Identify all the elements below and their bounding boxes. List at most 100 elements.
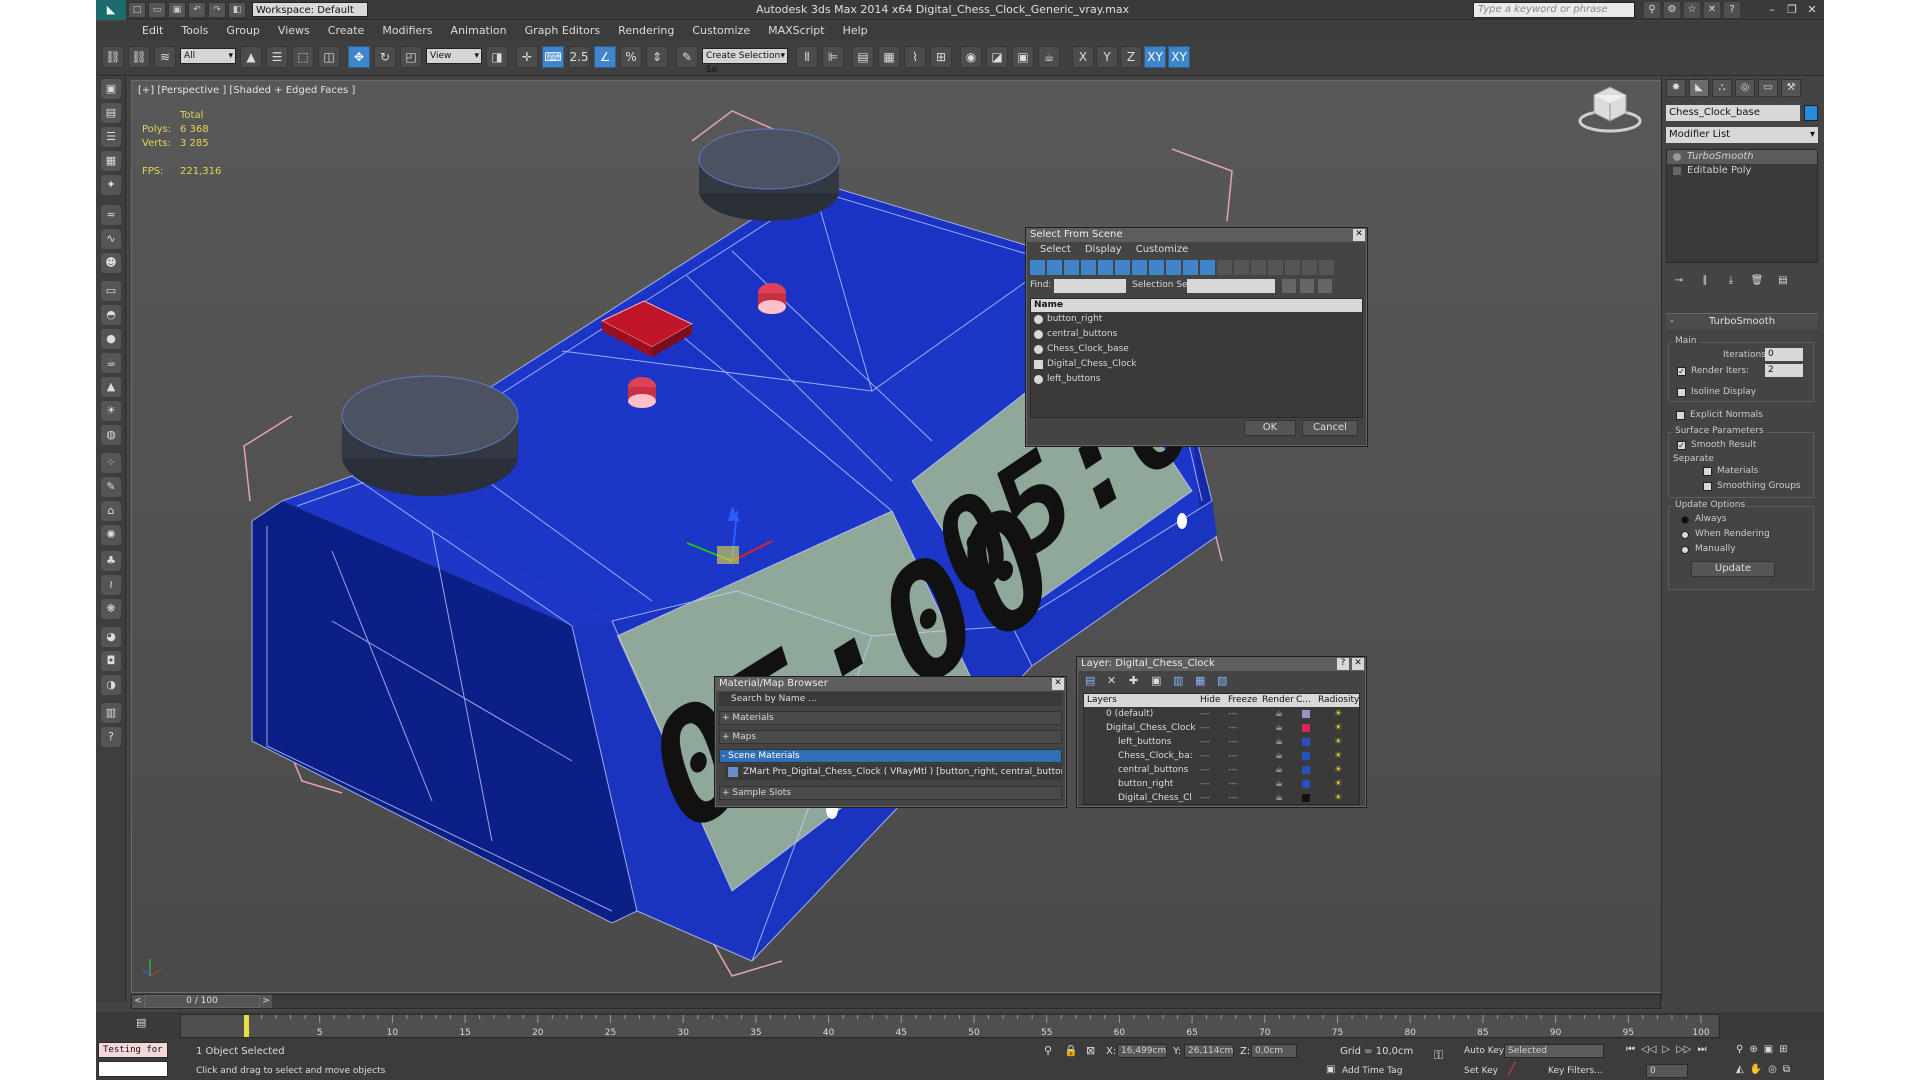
schematic-view-icon[interactable]: ⊞ bbox=[930, 46, 952, 68]
object-color-swatch[interactable] bbox=[1804, 105, 1818, 121]
save-file-icon[interactable]: ▣ bbox=[168, 1, 186, 18]
select-object-icon[interactable]: ▲ bbox=[240, 46, 262, 68]
add-to-layer-icon[interactable]: ✚ bbox=[1129, 674, 1143, 688]
pan-icon[interactable]: ✋ bbox=[1750, 1064, 1762, 1075]
hide-toggle[interactable]: --- bbox=[1200, 763, 1228, 777]
material-editor-icon[interactable]: ◉ bbox=[960, 46, 982, 68]
col-layers[interactable]: Layers bbox=[1084, 694, 1200, 707]
always-radio[interactable] bbox=[1681, 516, 1689, 524]
select-by-name-icon[interactable]: ☰ bbox=[266, 46, 288, 68]
snap-toggle-icon[interactable]: 2.5 bbox=[568, 46, 590, 68]
close-icon[interactable]: ✕ bbox=[1052, 678, 1064, 690]
scene-material-item[interactable]: ZMart Pro_Digital_Chess_Clock ( VRayMtl … bbox=[725, 764, 1062, 780]
bulb-icon[interactable] bbox=[1673, 153, 1681, 161]
radiosity-toggle-icon[interactable]: ☀ bbox=[1318, 721, 1358, 735]
percent-snap-icon[interactable]: % bbox=[620, 46, 642, 68]
box-icon[interactable]: ▭ bbox=[101, 281, 121, 301]
set-keys-icon[interactable]: ╱ bbox=[1508, 1062, 1515, 1076]
menu-edit[interactable]: Edit bbox=[142, 24, 163, 37]
col-name-header[interactable]: Name bbox=[1031, 299, 1362, 312]
key-mode-select[interactable]: Selected bbox=[1504, 1044, 1604, 1058]
app-logo-icon[interactable]: ◣ bbox=[96, 0, 126, 20]
torus-icon[interactable]: ◍ bbox=[101, 425, 121, 445]
menu-graph-editors[interactable]: Graph Editors bbox=[525, 24, 601, 37]
filter-geometry-icon[interactable] bbox=[1030, 260, 1045, 275]
viewport-scene[interactable]: 05:00 05:00 bbox=[132, 81, 1701, 993]
freeze-toggle[interactable]: --- bbox=[1228, 777, 1262, 791]
ribbon-icon[interactable]: ▦ bbox=[878, 46, 900, 68]
zoom-extents-icon[interactable]: ▣ bbox=[1764, 1044, 1773, 1055]
layer-row[interactable]: central_buttons --- --- ☕ ☀ bbox=[1084, 763, 1359, 777]
hide-all-icon[interactable]: ▦ bbox=[1195, 674, 1209, 688]
maxscript-mini-listener[interactable]: Testing for : bbox=[98, 1042, 168, 1069]
filter-shapes-icon[interactable] bbox=[1047, 260, 1062, 275]
manually-radio[interactable] bbox=[1681, 546, 1689, 554]
y-coord-field[interactable]: 26,114cm bbox=[1184, 1044, 1234, 1058]
configure-sets-icon[interactable]: ▤ bbox=[1774, 273, 1792, 289]
update-button[interactable]: Update bbox=[1691, 561, 1775, 577]
binoculars-icon[interactable]: ⚲ bbox=[1644, 2, 1660, 18]
time-slider[interactable]: < 0 / 100 > bbox=[131, 994, 1661, 1009]
filter-groups-icon[interactable] bbox=[1132, 260, 1147, 275]
shape-icon[interactable]: ✺ bbox=[101, 525, 121, 545]
col-radiosity[interactable]: Radiosity bbox=[1318, 694, 1359, 707]
filter-cameras-icon[interactable] bbox=[1081, 260, 1096, 275]
light-icon[interactable]: ✦ bbox=[101, 175, 121, 195]
hierarchy-tab-icon[interactable]: ⛬ bbox=[1712, 79, 1732, 97]
time-slider-thumb[interactable]: 0 / 100 bbox=[144, 995, 260, 1008]
particles-icon[interactable]: ⁘ bbox=[101, 453, 121, 473]
pivot-center-icon[interactable]: ◨ bbox=[486, 46, 508, 68]
cancel-button[interactable]: Cancel bbox=[1302, 420, 1358, 436]
filter-frozen-icon[interactable] bbox=[1200, 260, 1215, 275]
explicit-normals-checkbox[interactable] bbox=[1676, 411, 1685, 420]
isolate-selection-icon[interactable]: ⚲ bbox=[1044, 1044, 1052, 1057]
hide-toggle[interactable]: --- bbox=[1200, 721, 1228, 735]
render-toggle-icon[interactable]: ☕ bbox=[1262, 777, 1296, 791]
menu-select[interactable]: Select bbox=[1040, 242, 1071, 258]
select-move-icon[interactable]: ✥ bbox=[348, 46, 370, 68]
cone-icon[interactable]: ▲ bbox=[101, 377, 121, 397]
radiosity-toggle-icon[interactable]: ☀ bbox=[1318, 763, 1358, 777]
spinner-snap-icon[interactable]: ⇕ bbox=[646, 46, 668, 68]
current-frame-field[interactable]: 0 bbox=[1646, 1064, 1688, 1078]
menu-help[interactable]: Help bbox=[843, 24, 868, 37]
perspective-viewport[interactable]: 05:00 05:00 [+] [Perspective] [Shaded +… bbox=[131, 80, 1701, 993]
freeze-toggle[interactable]: --- bbox=[1228, 721, 1262, 735]
left-knob[interactable] bbox=[341, 375, 519, 496]
mirror-icon[interactable]: ⫴ bbox=[796, 46, 818, 68]
grid-icon[interactable]: ▦ bbox=[101, 151, 121, 171]
axis-xy-button[interactable]: XY bbox=[1144, 46, 1166, 68]
freeze-toggle[interactable]: --- bbox=[1228, 707, 1262, 721]
group-sample-slots[interactable]: + Sample Slots bbox=[719, 786, 1062, 800]
load-set-icon[interactable] bbox=[1300, 279, 1314, 293]
maximize-viewport-icon[interactable]: ⧉ bbox=[1783, 1064, 1790, 1075]
group-maps[interactable]: + Maps bbox=[719, 730, 1062, 744]
motion-tab-icon[interactable]: ◎ bbox=[1735, 79, 1755, 97]
select-manipulate-icon[interactable]: ✛ bbox=[516, 46, 538, 68]
list-item[interactable]: central_buttons bbox=[1031, 327, 1362, 342]
scene-icon[interactable]: ⌂ bbox=[101, 501, 121, 521]
selection-set-select[interactable] bbox=[1187, 279, 1275, 293]
hold-icon[interactable]: ◧ bbox=[228, 1, 246, 18]
menu-views[interactable]: Views bbox=[278, 24, 310, 37]
align-icon[interactable]: ⊫ bbox=[822, 46, 844, 68]
new-file-icon[interactable]: □ bbox=[128, 1, 146, 18]
render-iters-spinner[interactable]: 2 bbox=[1765, 364, 1803, 377]
filter-hidden-icon[interactable] bbox=[1217, 260, 1232, 275]
maxscript-listener-output[interactable] bbox=[98, 1061, 168, 1077]
plant-icon[interactable]: ♣ bbox=[101, 551, 121, 571]
close-icon[interactable]: ✕ bbox=[1352, 658, 1364, 670]
axis-y-button[interactable]: Y bbox=[1096, 46, 1118, 68]
render-toggle-icon[interactable]: ☕ bbox=[1262, 749, 1296, 763]
layer-row[interactable]: button_right --- --- ☕ ☀ bbox=[1084, 777, 1359, 791]
layer-row[interactable]: Digital_Chess_Cl --- --- ☕ ☀ bbox=[1084, 791, 1359, 805]
people-icon[interactable]: ☻ bbox=[101, 253, 121, 273]
menu-display[interactable]: Display bbox=[1085, 242, 1122, 258]
menu-group[interactable]: Group bbox=[226, 24, 260, 37]
teapot-icon[interactable]: ☕ bbox=[101, 353, 121, 373]
material-search-input[interactable]: Search by Name ... bbox=[719, 692, 1062, 706]
auto-key-button[interactable]: Auto Key bbox=[1464, 1046, 1504, 1056]
layer-row[interactable]: 0 (default) --- --- ☕ ☀ bbox=[1084, 707, 1359, 721]
rect-selection-icon[interactable]: ⬚ bbox=[292, 46, 314, 68]
next-frame-icon[interactable]: > bbox=[260, 995, 272, 1008]
